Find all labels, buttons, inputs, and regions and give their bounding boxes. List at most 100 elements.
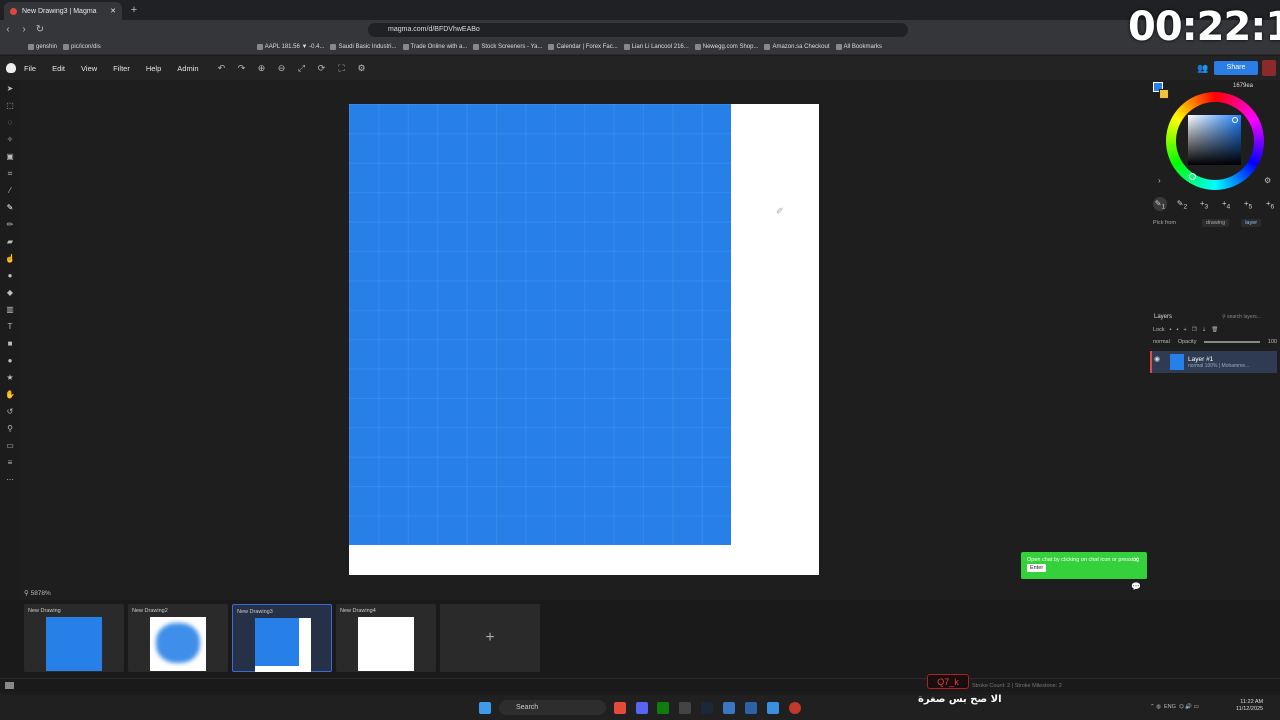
brush-icon[interactable]: ✎ (0, 199, 20, 216)
close-tab-icon[interactable]: ✕ (110, 7, 116, 15)
menu-view[interactable]: View (81, 64, 97, 73)
delete-layer-icon[interactable]: 🗑 (1211, 327, 1218, 333)
forward-icon[interactable]: › (16, 22, 32, 38)
lock-icon[interactable]: ▪ (1170, 327, 1172, 333)
app-icon[interactable] (789, 702, 801, 714)
zoom-in-icon[interactable]: ⊕ (255, 61, 269, 75)
app-icon[interactable] (679, 702, 691, 714)
reload-icon[interactable]: ↻ (32, 22, 48, 38)
discord-icon[interactable] (636, 702, 648, 714)
pick-from-drawing[interactable]: drawing (1201, 219, 1230, 227)
back-icon[interactable]: ‹ (0, 22, 16, 38)
brush-slot[interactable]: ✎1 (1153, 197, 1167, 211)
rotate-view-icon[interactable]: ↺ (0, 403, 20, 420)
pencil-icon[interactable]: ✏ (0, 216, 20, 233)
secondary-color-swatch[interactable] (1159, 89, 1169, 99)
settings-icon[interactable]: ⚙ (355, 61, 369, 75)
color-settings-icon[interactable]: ⚙ (1264, 176, 1271, 185)
fit-screen-icon[interactable]: ⤢ (295, 61, 309, 75)
visibility-eye-icon[interactable]: ◉ (1154, 355, 1160, 363)
layer-item[interactable]: Layer #1 normal 100% | Mohamme... (1150, 351, 1277, 373)
bookmark-item[interactable]: Calendar | Forex Fac... (548, 44, 618, 50)
smudge-icon[interactable]: ☝ (0, 250, 20, 267)
menu-edit[interactable]: Edit (52, 64, 65, 73)
opacity-slider[interactable] (1204, 341, 1260, 343)
menu-help[interactable]: Help (146, 64, 161, 73)
magic-wand-icon[interactable]: ✧ (0, 131, 20, 148)
bookmark-item[interactable]: Newegg.com Shop... (694, 44, 758, 50)
brush-slot[interactable]: +3 (1197, 197, 1211, 211)
brave-icon[interactable] (614, 702, 626, 714)
fullscreen-icon[interactable]: ⛶ (335, 61, 349, 75)
ellipse-icon[interactable]: ● (0, 352, 20, 369)
bookmark-item[interactable]: All Bookmarks (835, 44, 882, 50)
chat-icon[interactable]: 💬 (1129, 582, 1143, 594)
brush-slot[interactable]: +6 (1263, 197, 1277, 211)
zoom-out-icon[interactable]: ⊖ (275, 61, 289, 75)
brush-slot[interactable]: ✎2 (1175, 197, 1189, 211)
blend-mode-select[interactable]: normal (1153, 339, 1170, 345)
taskbar-clock[interactable]: 11:22 AM 11/12/2025 (1236, 699, 1263, 713)
close-toast-icon[interactable]: ✕ (1133, 556, 1139, 564)
pick-from-layer[interactable]: layer (1241, 219, 1262, 227)
bookmark-item[interactable]: Saudi Basic Industri... (330, 44, 397, 50)
bookmark-item[interactable]: genshin (28, 44, 57, 50)
merge-layer-icon[interactable]: ⇣ (1202, 327, 1207, 333)
share-button[interactable]: Share (1214, 61, 1258, 75)
browser-tab[interactable]: New Drawing3 | Magma ✕ (4, 2, 122, 20)
opacity-value[interactable]: 100 (1268, 339, 1277, 345)
zoom-icon[interactable]: ⚲ (0, 420, 20, 437)
redo-icon[interactable]: ↷ (235, 61, 249, 75)
brush-slot[interactable]: +5 (1241, 197, 1255, 211)
add-layer-icon[interactable]: + (1184, 327, 1187, 333)
language-indicator[interactable]: ENG (1164, 704, 1176, 710)
app-icon[interactable] (745, 702, 757, 714)
drawing-card-selected[interactable]: New Drawing3 (232, 604, 332, 672)
bookmark-item[interactable]: Lian Li Lancool 216... (623, 44, 689, 50)
lasso-icon[interactable]: ◌ (0, 114, 20, 131)
drawing-card[interactable]: New Drawing2 (128, 604, 228, 672)
star-icon[interactable]: ★ (0, 369, 20, 386)
bookmark-item[interactable]: Trade Online with a... (402, 44, 467, 50)
more-icon[interactable]: ⋯ (0, 471, 20, 488)
new-tab-button[interactable]: + (128, 3, 140, 17)
app-icon[interactable] (723, 702, 735, 714)
move-tool-icon[interactable]: ➤ (0, 80, 20, 97)
layers-stack-icon[interactable]: ≡ (0, 454, 20, 471)
hue-marker[interactable] (1189, 173, 1196, 180)
gradient-icon[interactable]: ▥ (0, 301, 20, 318)
color-hex-label[interactable]: 1679ea (1233, 83, 1253, 89)
taskbar-search[interactable]: Search (499, 700, 606, 715)
rotate-icon[interactable]: ⟳ (315, 61, 329, 75)
add-drawing-button[interactable]: + (440, 604, 540, 672)
paint-bucket-icon[interactable]: ◆ (0, 284, 20, 301)
comment-icon[interactable]: ▭ (0, 437, 20, 454)
app-icon[interactable] (767, 702, 779, 714)
xbox-icon[interactable] (657, 702, 669, 714)
bookmark-item[interactable]: AAPL 181.56 ▼ -0.4... (256, 44, 324, 50)
rectangle-icon[interactable]: ■ (0, 335, 20, 352)
system-tray[interactable]: ⌃ ◍ ENG ⌬ 🔊 ▭ (1150, 704, 1199, 710)
magma-logo-icon[interactable] (6, 63, 16, 73)
eraser-icon[interactable]: ▰ (0, 233, 20, 250)
rect-select-icon[interactable]: ⬚ (0, 97, 20, 114)
hand-icon[interactable]: ✋ (0, 386, 20, 403)
lock-alpha-icon[interactable]: ▪ (1177, 327, 1179, 333)
duplicate-layer-icon[interactable]: ❐ (1192, 327, 1197, 333)
start-icon[interactable] (479, 702, 491, 714)
menu-file[interactable]: File (24, 64, 36, 73)
blur-icon[interactable]: ● (0, 267, 20, 284)
status-icon[interactable] (5, 682, 14, 689)
text-icon[interactable]: T (0, 318, 20, 335)
steam-icon[interactable] (701, 702, 713, 714)
extension-icon[interactable] (1262, 60, 1276, 76)
expand-chevron-icon[interactable]: › (1158, 176, 1161, 185)
url-bar[interactable]: magma.com/d/BFDVhwEABo (368, 23, 908, 37)
bookmark-item[interactable]: Stock Screeners - Ya... (473, 44, 542, 50)
color-picker-marker[interactable] (1232, 117, 1238, 123)
drawing-card[interactable]: New Drawing (24, 604, 124, 672)
undo-icon[interactable]: ↶ (215, 61, 229, 75)
drawing-card[interactable]: New Drawing4 (336, 604, 436, 672)
brush-slot[interactable]: +4 (1219, 197, 1233, 211)
crop-icon[interactable]: ⌗ (0, 165, 20, 182)
